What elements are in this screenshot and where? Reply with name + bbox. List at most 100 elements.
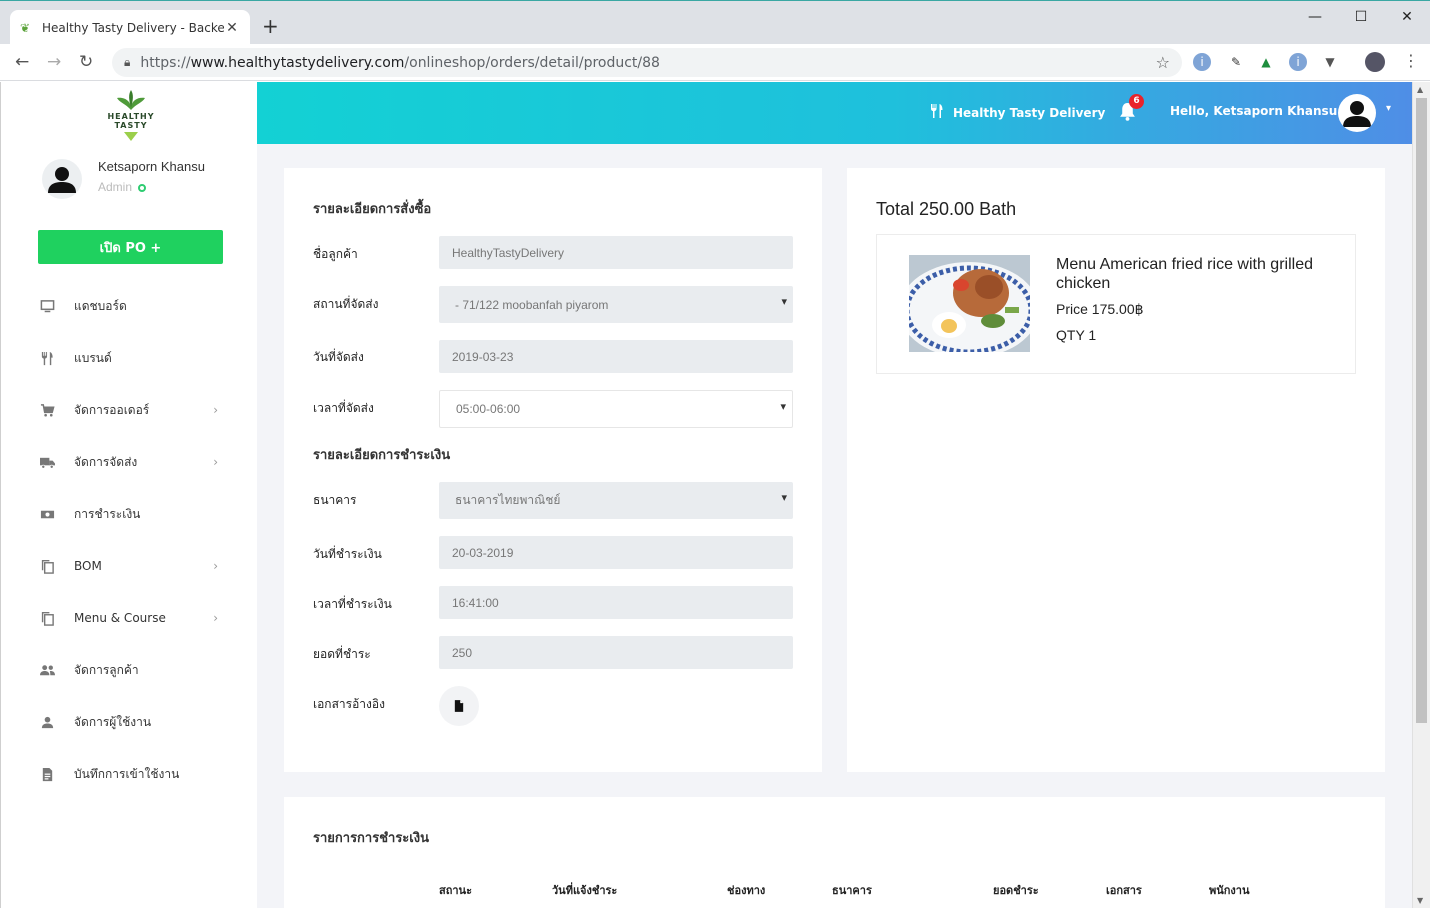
column-header-bank: ธนาคาร bbox=[832, 884, 872, 897]
product-item: Menu American fried rice with grilled ch… bbox=[876, 234, 1356, 374]
close-window-icon[interactable]: ✕ bbox=[1384, 1, 1430, 33]
open-po-button[interactable]: เปิด PO + bbox=[38, 230, 223, 264]
delivery-time-label: เวลาที่จัดส่ง bbox=[313, 401, 374, 415]
leaf-icon: ❦ bbox=[20, 20, 31, 35]
fork-knife-icon bbox=[929, 103, 945, 123]
location-select[interactable]: - 71/122 moobanfah piyarom bbox=[439, 286, 793, 323]
column-header-amount: ยอดชำระ bbox=[993, 884, 1039, 897]
bookmark-star-icon[interactable]: ☆ bbox=[1156, 53, 1170, 72]
truck-icon bbox=[38, 453, 56, 471]
browser-tab[interactable]: ❦ Healthy Tasty Delivery - Backend ✕ bbox=[10, 10, 250, 45]
window-controls: — ☐ ✕ bbox=[1292, 1, 1430, 33]
eyedropper-icon[interactable]: ✎ bbox=[1227, 53, 1245, 71]
person-icon bbox=[48, 167, 76, 193]
sidebar-item-customers[interactable]: จัดการลูกค้า bbox=[1, 644, 258, 696]
person-icon bbox=[38, 713, 56, 731]
product-name: Menu American fried rice with grilled ch… bbox=[1056, 256, 1313, 292]
online-status-icon bbox=[138, 183, 147, 192]
logo[interactable]: HEALTHY TASTY bbox=[106, 90, 156, 146]
payment-list-card: รายการการชำระเงิน สถานะ วันที่แจ้งชำระ ช… bbox=[284, 797, 1385, 908]
top-header: Healthy Tasty Delivery 6 Hello, Ketsapor… bbox=[257, 82, 1412, 144]
sidebar-item-orders[interactable]: จัดการออเดอร์ › bbox=[1, 384, 258, 436]
logo-text-healthy: HEALTHY bbox=[107, 112, 155, 121]
bank-label: ธนาคาร bbox=[313, 493, 357, 507]
logo-text-tasty: TASTY bbox=[114, 121, 148, 130]
scroll-down-icon[interactable]: ▼ bbox=[1417, 896, 1423, 905]
amount-label: ยอดที่ชำระ bbox=[313, 647, 371, 661]
money-icon bbox=[38, 505, 56, 523]
payment-date-field[interactable]: 20-03-2019 bbox=[439, 536, 793, 569]
profile-avatar[interactable] bbox=[1365, 52, 1385, 72]
chevron-down-icon[interactable]: ▾ bbox=[1386, 103, 1391, 114]
delivery-time-select[interactable]: 05:00-06:00 bbox=[439, 390, 793, 428]
new-tab-icon[interactable]: + bbox=[262, 15, 279, 37]
minimize-icon[interactable]: — bbox=[1292, 1, 1338, 33]
person-icon bbox=[1343, 101, 1371, 127]
chevron-right-icon: › bbox=[213, 611, 218, 625]
drive-icon[interactable]: ▲ bbox=[1257, 53, 1275, 71]
brand-link[interactable]: Healthy Tasty Delivery bbox=[929, 103, 1105, 123]
sidebar-menu: แดชบอร์ด แบรนด์ จัดการออเดอร์ › จัดการจั… bbox=[1, 280, 258, 800]
user-role: Admin bbox=[98, 180, 147, 194]
scrollbar-thumb[interactable] bbox=[1416, 98, 1427, 723]
sidebar-item-payment[interactable]: การชำระเงิน bbox=[1, 488, 258, 540]
delivery-date-label: วันที่จัดส่ง bbox=[313, 350, 364, 364]
view-document-button[interactable] bbox=[439, 686, 479, 726]
user-name: Ketsaporn Khansu bbox=[98, 159, 205, 174]
bank-select[interactable]: ธนาคารไทยพาณิชย์ bbox=[439, 482, 793, 519]
column-header-status: สถานะ bbox=[439, 884, 472, 897]
url-text: https://www.healthytastydelivery.com/onl… bbox=[140, 54, 660, 71]
page-scrollbar[interactable]: ▲ ▼ bbox=[1412, 82, 1430, 908]
close-tab-icon[interactable]: ✕ bbox=[224, 20, 240, 36]
column-header-notify-date: วันที่แจ้งชำระ bbox=[552, 884, 618, 897]
monitor-icon bbox=[38, 297, 56, 315]
browser-titlebar: ❦ Healthy Tasty Delivery - Backend ✕ + —… bbox=[0, 0, 1430, 45]
column-header-channel: ช่องทาง bbox=[727, 884, 766, 897]
file-icon bbox=[454, 700, 464, 712]
chevron-right-icon: › bbox=[213, 403, 218, 417]
order-total: Total 250.00 Bath bbox=[876, 199, 1017, 219]
browser-toolbar: ← → ↻ 🔒︎ https://www.healthytastydeliver… bbox=[0, 44, 1430, 81]
main-content: รายละเอียดการสั่งซื้อ ชื่อลูกค้า Healthy… bbox=[257, 144, 1412, 908]
sidebar-item-dashboard[interactable]: แดชบอร์ด bbox=[1, 280, 258, 332]
amount-field[interactable]: 250 bbox=[439, 636, 793, 669]
customer-label: ชื่อลูกค้า bbox=[313, 247, 358, 261]
extension-icon[interactable]: i bbox=[1193, 53, 1211, 71]
copy-icon bbox=[38, 557, 56, 575]
header-avatar[interactable] bbox=[1338, 94, 1376, 132]
customer-field[interactable]: HealthyTastyDelivery bbox=[439, 236, 793, 269]
brand-name: Healthy Tasty Delivery bbox=[953, 106, 1106, 120]
vue-icon[interactable]: ▼ bbox=[1321, 53, 1339, 71]
payment-time-field[interactable]: 16:41:00 bbox=[439, 586, 793, 619]
user-avatar bbox=[42, 159, 82, 199]
sidebar-item-bom[interactable]: BOM › bbox=[1, 540, 258, 592]
order-section-title: รายละเอียดการสั่งซื้อ bbox=[313, 202, 432, 217]
address-bar[interactable]: 🔒︎ https://www.healthytastydelivery.com/… bbox=[112, 48, 1182, 77]
sidebar-item-brand[interactable]: แบรนด์ bbox=[1, 332, 258, 384]
tab-title: Healthy Tasty Delivery - Backend bbox=[42, 20, 224, 35]
payment-date-label: วันที่ชำระเงิน bbox=[313, 547, 382, 561]
product-image bbox=[909, 255, 1030, 352]
sidebar-item-menu-course[interactable]: Menu & Course › bbox=[1, 592, 258, 644]
notification-badge: 6 bbox=[1129, 94, 1144, 109]
copy-icon bbox=[38, 609, 56, 627]
column-header-document: เอกสาร bbox=[1106, 884, 1142, 897]
delivery-date-field[interactable]: 2019-03-23 bbox=[439, 340, 793, 373]
product-quantity: QTY 1 bbox=[1056, 327, 1097, 343]
column-header-staff: พนักงาน bbox=[1209, 884, 1250, 897]
browser-menu-icon[interactable]: ⋮ bbox=[1403, 51, 1419, 70]
sidebar: HEALTHY TASTY Ketsaporn Khansu Admin เปิ… bbox=[0, 82, 257, 908]
location-label: สถานที่จัดส่ง bbox=[313, 297, 379, 311]
scroll-up-icon[interactable]: ▲ bbox=[1417, 85, 1423, 94]
sidebar-item-delivery[interactable]: จัดการจัดส่ง › bbox=[1, 436, 258, 488]
order-summary-card: Total 250.00 Bath Menu American fried ri… bbox=[847, 168, 1385, 772]
logo-leaf-icon bbox=[117, 90, 145, 110]
sidebar-item-users[interactable]: จัดการผู้ใช้งาน bbox=[1, 696, 258, 748]
back-icon[interactable]: ← bbox=[15, 52, 29, 72]
greeting: Hello, Ketsaporn Khansu ! bbox=[1170, 104, 1347, 118]
maximize-icon[interactable]: ☐ bbox=[1338, 1, 1384, 33]
reload-icon[interactable]: ↻ bbox=[79, 52, 93, 72]
sidebar-item-access-log[interactable]: บันทึกการเข้าใช้งาน bbox=[1, 748, 258, 800]
extension-icon[interactable]: i bbox=[1289, 53, 1307, 71]
forward-icon[interactable]: → bbox=[47, 52, 61, 72]
